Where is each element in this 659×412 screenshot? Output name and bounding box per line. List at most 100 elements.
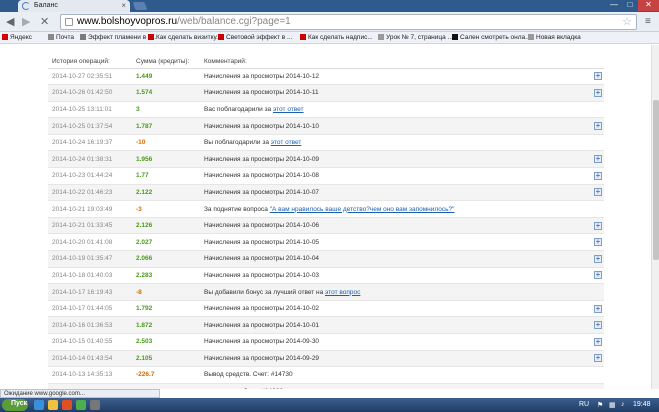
taskbar: Пуск RU ⚑ ▦ ♪ 19:48 — [0, 398, 659, 412]
comment-link[interactable]: "А вам нравилось ваше детство?чем оно ва… — [270, 206, 455, 213]
bookmark-item[interactable]: Почта — [48, 34, 74, 41]
table-row: 2014-10-22 01:46:23 2.122 Начисления за пр… — [48, 184, 604, 202]
operation-comment: Вы добавили бонус за лучший ответ на это… — [200, 283, 590, 301]
expand-plus-icon[interactable]: + — [594, 238, 602, 247]
bookmark-label: Новая вкладка — [536, 34, 581, 41]
bookmark-star-icon[interactable]: ☆ — [622, 15, 632, 28]
table-row: 2014-10-18 01:40:03 2.283 Начисления за пр… — [48, 267, 604, 285]
expand-plus-icon[interactable]: + — [594, 122, 602, 131]
expand-plus-icon[interactable]: + — [594, 337, 602, 346]
window-close-button[interactable]: ✕ — [638, 0, 659, 11]
expand-plus-icon[interactable]: + — [594, 188, 602, 197]
operation-amount: 2.027 — [132, 233, 200, 252]
operation-comment: За поднятие вопроса "А вам нравилось ваш… — [200, 200, 590, 218]
operation-comment: Начисления за просмотры 2014-10-04 — [200, 250, 590, 268]
language-indicator[interactable]: RU — [579, 401, 589, 408]
expand-plus-icon[interactable]: + — [594, 254, 602, 263]
comment-text: Вы добавили бонус за лучший ответ на — [204, 288, 324, 296]
table-header-row: История операций: Сумма (кредиты): Комме… — [48, 55, 604, 69]
row-actions: + — [590, 117, 604, 135]
expand-plus-icon[interactable]: + — [594, 88, 602, 97]
comment-link[interactable]: этот ответ — [273, 106, 304, 113]
operation-amount: 1.787 — [132, 117, 200, 135]
operation-date: 2014-10-15 01:40:55 — [48, 333, 132, 351]
expand-plus-icon[interactable]: + — [594, 354, 602, 363]
tray-volume-icon[interactable]: ♪ — [621, 401, 625, 408]
bookmark-item[interactable]: Эффект пламени в Р... — [80, 34, 157, 41]
youtube-icon — [148, 34, 154, 40]
comment-text: Начисления за просмотры 2014-10-04 — [204, 255, 320, 263]
new-tab-button[interactable] — [132, 2, 148, 10]
window-minimize-button[interactable]: — — [606, 0, 622, 11]
comment-link[interactable]: этот вопрос — [325, 289, 360, 296]
tray-flag-icon[interactable]: ⚑ — [597, 401, 603, 409]
desktop-icon[interactable] — [90, 400, 100, 410]
explorer-icon[interactable] — [48, 400, 58, 410]
bookmark-item[interactable]: Как сделать визитку... — [148, 34, 222, 41]
window-maximize-button[interactable]: □ — [622, 0, 638, 11]
operation-comment: Начисления за просмотры 2014-10-09 — [200, 150, 590, 169]
page-scrollbar[interactable] — [651, 45, 659, 389]
chrome-icon[interactable] — [76, 400, 86, 410]
browser-toolbar: ◀ ▶ ✕ www.bolshoyvopros.ru/web/balance.c… — [0, 12, 659, 32]
back-button[interactable]: ◀ — [6, 15, 14, 28]
operation-amount: 3 — [132, 101, 200, 119]
operation-amount: 2.122 — [132, 184, 200, 202]
row-actions: + — [590, 333, 604, 351]
bookmark-item[interactable]: Новая вкладка — [528, 34, 581, 41]
table-row: 2014-10-21 19:03:49 -3 За поднятие вопроса… — [48, 200, 604, 218]
comment-link[interactable]: этот ответ — [271, 139, 302, 146]
operation-amount: 1.956 — [132, 150, 200, 169]
bookmarks-bar: Яндекс Почта Эффект пламени в Р... Как сдел… — [0, 32, 659, 44]
bookmark-item[interactable]: Урок № 7, страница ... — [378, 34, 453, 41]
bookmark-item[interactable]: Световой эффект в ... — [218, 34, 292, 41]
operation-comment: Начисления за просмотры 2014-10-06 — [200, 217, 590, 235]
expand-plus-icon[interactable]: + — [594, 304, 602, 313]
operation-date: 2014-10-21 01:33:45 — [48, 217, 132, 235]
page-content: История операций: Сумма (кредиты): Комме… — [0, 45, 659, 389]
media-icon[interactable] — [62, 400, 72, 410]
operation-amount: 1.574 — [132, 84, 200, 102]
expand-plus-icon[interactable]: + — [594, 221, 602, 230]
start-button[interactable]: Пуск — [2, 399, 28, 411]
status-bar: Ожидание www.google.com... — [0, 389, 160, 398]
tab-balance[interactable]: Баланс × — [18, 0, 130, 12]
tray-network-icon[interactable]: ▦ — [609, 401, 616, 409]
row-actions — [590, 283, 604, 301]
expand-plus-icon[interactable]: + — [594, 72, 602, 81]
youtube-icon — [218, 34, 224, 40]
operation-comment: Вас поблагодарили за этот ответ — [200, 101, 590, 119]
forward-button[interactable]: ▶ — [22, 15, 30, 28]
expand-plus-icon[interactable]: + — [594, 271, 602, 280]
header-amount: Сумма (кредиты): — [132, 55, 200, 69]
bookmark-item[interactable]: Как сделать надпис... — [300, 34, 373, 41]
row-actions: + — [590, 250, 604, 268]
row-actions: + — [590, 316, 604, 334]
address-bar[interactable]: www.bolshoyvopros.ru/web/balance.cgi?pag… — [60, 14, 637, 30]
bookmark-item[interactable]: Сален смотреть онла... — [452, 34, 531, 41]
comment-text: Начисления за просмотры 2014-10-01 — [204, 321, 320, 329]
yandex-icon — [2, 34, 8, 40]
table-row: 2014-10-15 01:40:55 2.503 Начисления за пр… — [48, 333, 604, 351]
bookmark-item[interactable]: Яндекс — [2, 34, 32, 41]
stop-button[interactable]: ✕ — [40, 15, 49, 28]
expand-plus-icon[interactable]: + — [594, 155, 602, 164]
comment-text: Вы поблагодарили за — [204, 139, 269, 147]
operation-date: 2014-10-22 01:46:23 — [48, 184, 132, 202]
row-actions: + — [590, 84, 604, 102]
ie-icon[interactable] — [34, 400, 44, 410]
row-actions: + — [590, 350, 604, 368]
document-icon — [528, 34, 534, 40]
operation-amount: -226.7 — [132, 366, 200, 384]
row-actions — [590, 383, 604, 389]
scrollbar-thumb[interactable] — [653, 100, 659, 260]
operation-date: 2014-10-24 16:19:37 — [48, 134, 132, 152]
table-row: 2014-10-25 13:11:01 3 Вас поблагодарили за… — [48, 101, 604, 119]
tab-close-icon[interactable]: × — [121, 1, 126, 10]
operation-comment: рат средств. Счет: #14686 — [200, 383, 590, 389]
document-icon — [378, 34, 384, 40]
browser-menu-icon[interactable]: ≡ — [645, 16, 651, 27]
expand-plus-icon[interactable]: + — [594, 171, 602, 180]
operation-date: 2014-10-21 19:03:49 — [48, 200, 132, 218]
expand-plus-icon[interactable]: + — [594, 321, 602, 330]
